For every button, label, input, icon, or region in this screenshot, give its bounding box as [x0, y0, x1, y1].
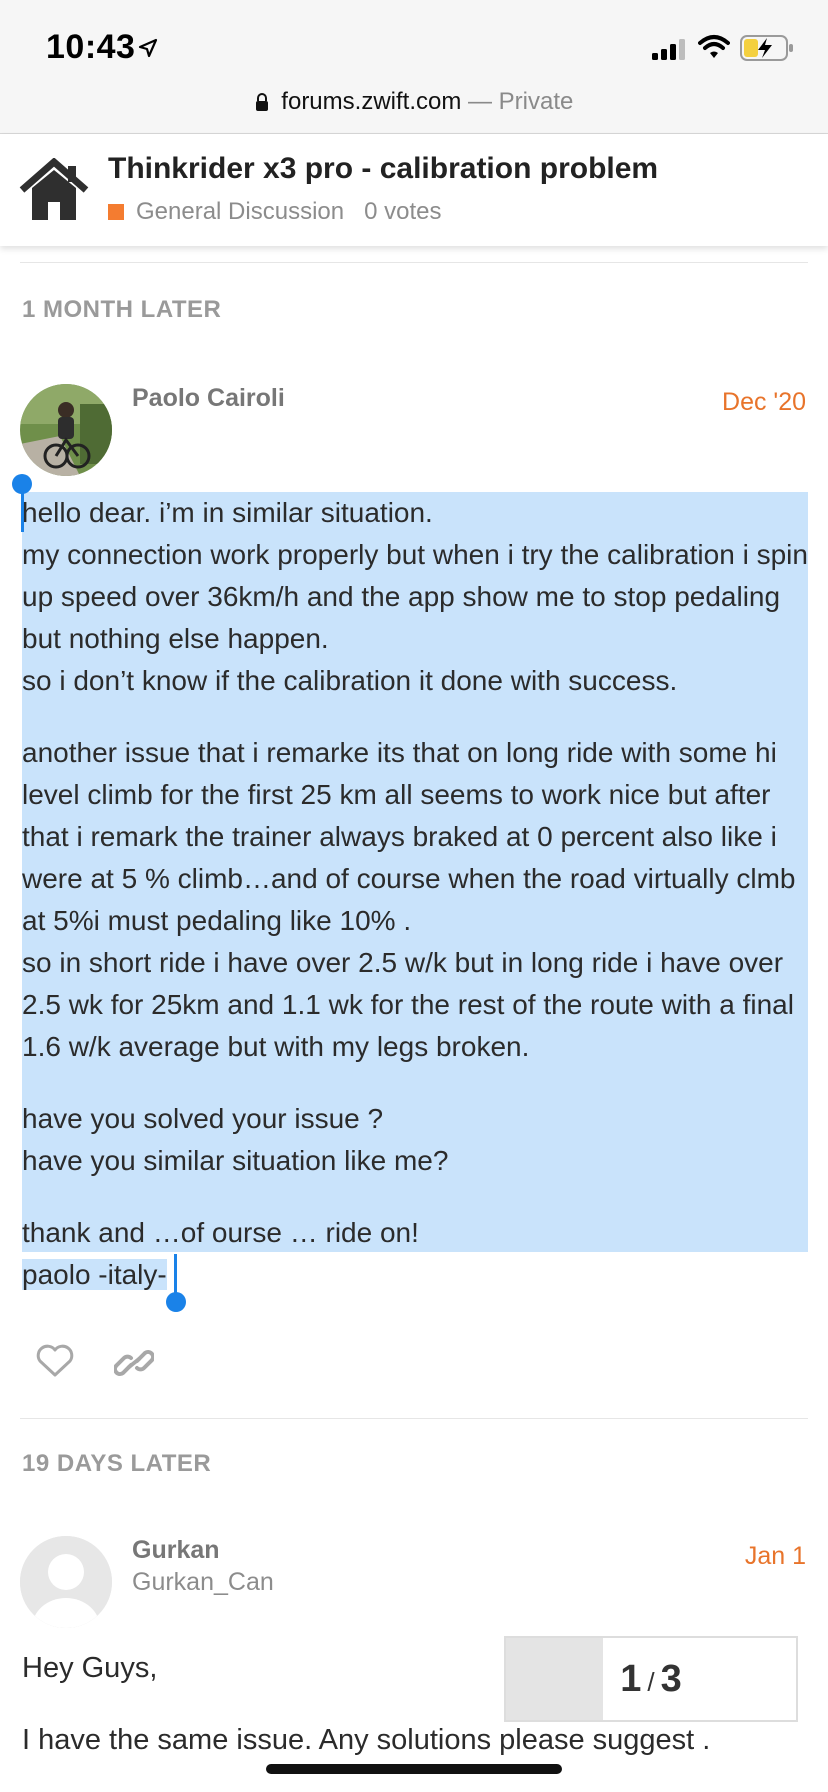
- url-bar[interactable]: forums.zwift.com — Private: [0, 88, 828, 116]
- topic-title[interactable]: Thinkrider x3 pro - calibration problem: [108, 152, 658, 186]
- cellular-signal-icon: [652, 39, 685, 60]
- cyclist-photo-icon: [20, 384, 112, 476]
- browser-chrome: 10:43 forums.zwift.com — Private: [0, 0, 828, 134]
- avatar[interactable]: [20, 1536, 112, 1628]
- topic-meta: General Discussion 0 votes: [108, 198, 441, 226]
- post-line: I have the same issue. Any solutions ple…: [22, 1724, 711, 1756]
- post-line: my connection work properly but when i t…: [22, 539, 808, 654]
- lock-icon: [255, 93, 268, 111]
- category-link[interactable]: General Discussion: [136, 198, 344, 226]
- post-actions: [36, 1344, 154, 1382]
- post-paragraph: another issue that i remarke its that on…: [22, 732, 812, 1068]
- battery-charging-icon: [740, 35, 793, 61]
- post-date[interactable]: Jan 1: [745, 1542, 806, 1571]
- post-user-handle: Gurkan_Can: [132, 1568, 274, 1596]
- post-line: have you similar situation like me?: [22, 1145, 449, 1176]
- home-icon[interactable]: [18, 158, 90, 222]
- home-indicator: [266, 1764, 562, 1774]
- location-arrow-icon: [138, 38, 158, 58]
- post-line: have you solved your issue ?: [22, 1103, 384, 1134]
- post-line: thank and …of ourse … ride on!: [22, 1217, 419, 1248]
- progress-counter: 1/3: [506, 1658, 796, 1701]
- category-badge: [108, 204, 124, 220]
- time-gap-label: 19 DAYS LATER: [22, 1450, 212, 1477]
- post-username[interactable]: Gurkan: [132, 1536, 220, 1565]
- topic-header: Thinkrider x3 pro - calibration problem …: [0, 134, 828, 246]
- post-paragraph: thank and …of ourse … ride on! paolo -it…: [22, 1212, 812, 1296]
- private-label: — Private: [468, 88, 574, 115]
- like-heart-icon[interactable]: [36, 1344, 74, 1378]
- selection-end-handle[interactable]: [166, 1292, 186, 1312]
- progress-separator: /: [647, 1667, 655, 1697]
- wifi-icon: [698, 35, 730, 58]
- post-line: so in short ride i have over 2.5 w/k but…: [22, 947, 794, 1062]
- post-username[interactable]: Paolo Cairoli: [132, 384, 285, 413]
- avatar[interactable]: [20, 384, 112, 476]
- topic-progress[interactable]: 1/3: [504, 1636, 798, 1722]
- time-gap-label: 1 MONTH LATER: [22, 296, 222, 323]
- post-line: paolo -italy-: [22, 1259, 167, 1290]
- selection-start-handle[interactable]: [12, 474, 32, 494]
- post-divider: [20, 262, 808, 263]
- post-line: so i don’t know if the calibration it do…: [22, 665, 678, 696]
- post-paragraph: hello dear. i’m in similar situation. my…: [22, 492, 812, 702]
- default-user-icon: [20, 1536, 112, 1628]
- status-time: 10:43: [46, 28, 136, 66]
- progress-current: 1: [620, 1658, 642, 1700]
- post-date[interactable]: Dec '20: [722, 388, 806, 417]
- vote-count: 0 votes: [364, 198, 442, 225]
- share-link-icon[interactable]: [114, 1344, 154, 1382]
- url-domain: forums.zwift.com: [281, 88, 462, 115]
- post-line: hello dear. i’m in similar situation.: [22, 497, 433, 528]
- post-paragraph: have you solved your issue ? have you si…: [22, 1098, 812, 1182]
- post-line: another issue that i remarke its that on…: [22, 737, 796, 936]
- post-body: hello dear. i’m in similar situation. my…: [22, 492, 812, 1326]
- post-divider: [20, 1418, 808, 1419]
- progress-total: 3: [660, 1658, 682, 1700]
